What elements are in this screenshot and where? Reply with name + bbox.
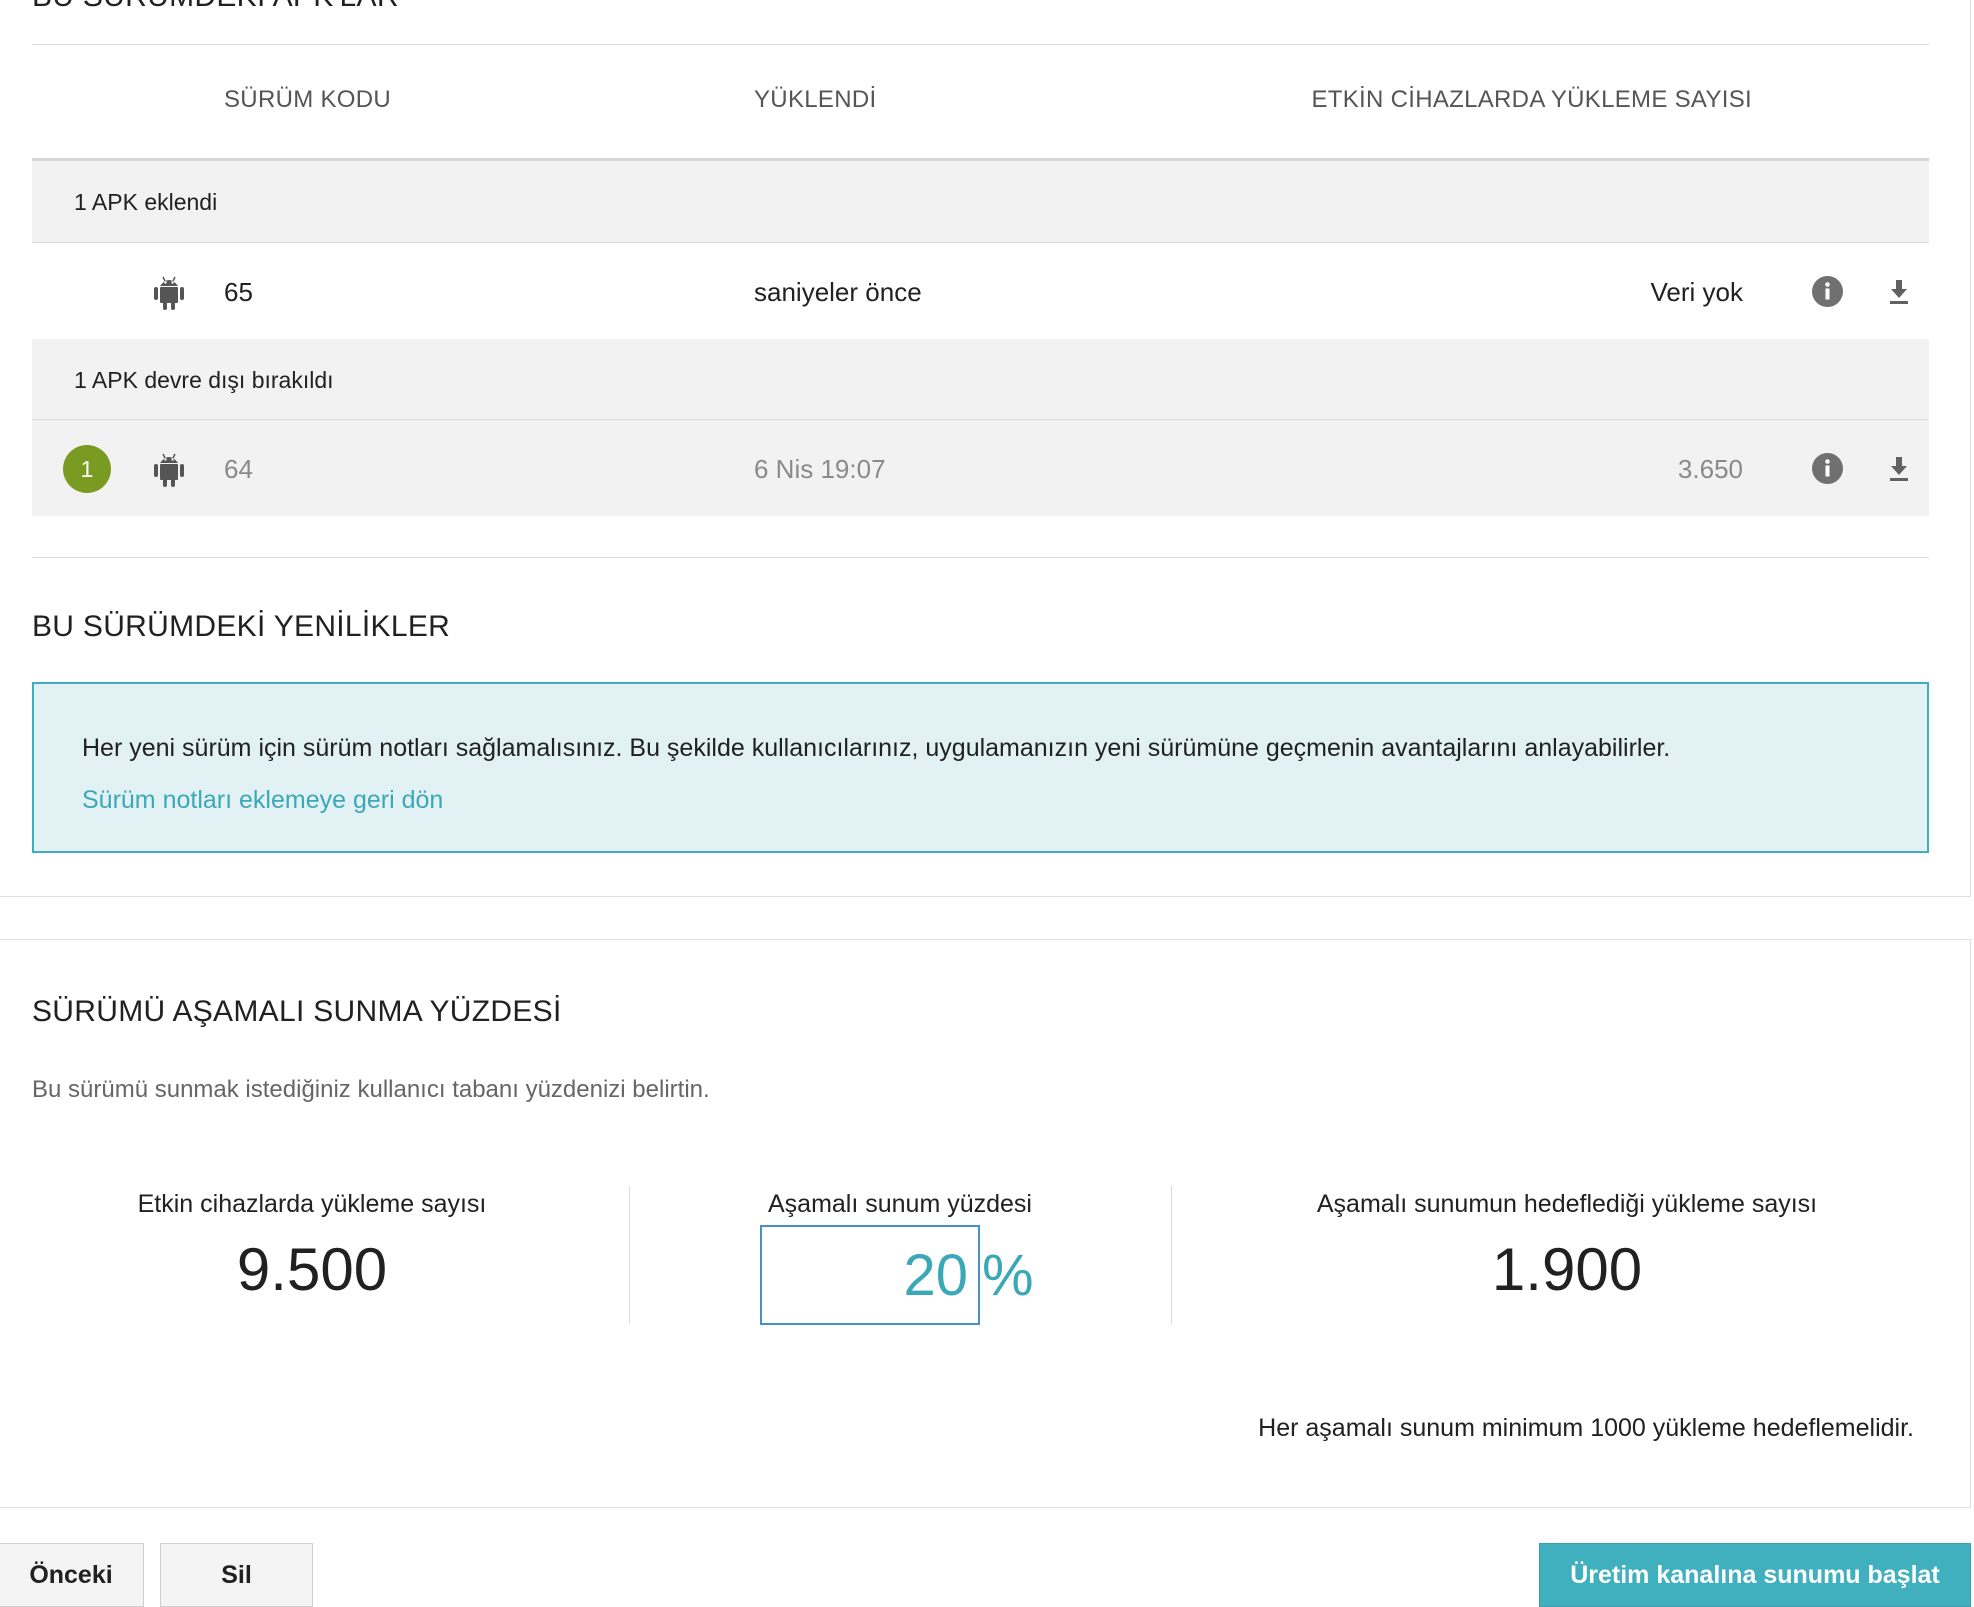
release-notes-notice: Her yeni sürüm için sürüm notları sağlam… [32,682,1929,853]
column-header-uploaded: YÜKLENDİ [754,86,877,113]
target-installs-value: 1.900 [1491,1236,1643,1303]
table-row: 1 64 6 Nis 19:07 3.650 [32,420,1929,516]
uploaded-time: saniyeler önce [754,277,922,307]
group-label: 1 APK eklendi [74,189,218,215]
android-icon [152,273,186,311]
start-rollout-button[interactable]: Üretim kanalına sunumu başlat [1539,1543,1971,1607]
group-header-added: 1 APK eklendi [32,161,1929,243]
column-header-installs: ETKİN CİHAZLARDA YÜKLEME SAYISI [1311,86,1752,113]
percent-sign: % [982,1243,1034,1308]
target-installs-label: Aşamalı sunumun hedeflediği yükleme sayı… [1316,1190,1818,1218]
active-installs-value: 9.500 [236,1236,388,1303]
table-row: 65 saniyeler önce Veri yok [32,243,1929,339]
delete-button[interactable]: Sil [160,1543,313,1607]
install-count: Veri yok [1650,277,1744,307]
apks-card: BU SÜRÜMDEKİ APK'LAR SÜRÜM KODU YÜKLENDİ… [0,0,1971,897]
whats-new-title: BU SÜRÜMDEKİ YENİLİKLER [32,610,451,643]
percentage-label: Aşamalı sunum yüzdesi [767,1190,1032,1218]
notice-message: Her yeni sürüm için sürüm notları sağlam… [82,734,1671,762]
version-code: 65 [224,277,253,307]
staged-rollout-title: SÜRÜMÜ AŞAMALI SUNMA YÜZDESİ [32,995,562,1028]
staged-rollout-card: SÜRÜMÜ AŞAMALI SUNMA YÜZDESİ Bu sürümü s… [0,939,1971,1508]
divider [32,557,1929,558]
install-count: 3.650 [1677,454,1743,484]
back-to-release-notes-link[interactable]: Sürüm notları eklemeye geri dön [82,786,443,815]
previous-button[interactable]: Önceki [0,1543,144,1607]
column-header-version-code: SÜRÜM KODU [224,86,392,113]
info-icon[interactable] [1812,453,1843,484]
active-installs-label: Etkin cihazlarda yükleme sayısı [137,1190,487,1218]
download-icon[interactable] [1886,276,1912,306]
version-code: 64 [224,454,253,484]
divider [32,44,1929,45]
rollout-percentage-input[interactable] [760,1225,980,1325]
android-icon [152,450,186,488]
group-label: 1 APK devre dışı bırakıldı [74,367,334,393]
minimum-installs-note: Her aşamalı sunum minimum 1000 yükleme h… [1258,1414,1914,1442]
count-badge: 1 [63,445,111,493]
group-header-disabled: 1 APK devre dışı bırakıldı [32,339,1929,421]
download-icon[interactable] [1886,453,1912,483]
apks-section-title: BU SÜRÜMDEKİ APK'LAR [32,0,399,14]
info-icon[interactable] [1812,276,1843,307]
staged-rollout-description: Bu sürümü sunmak istediğiniz kullanıcı t… [32,1076,710,1103]
uploaded-time: 6 Nis 19:07 [754,454,886,484]
